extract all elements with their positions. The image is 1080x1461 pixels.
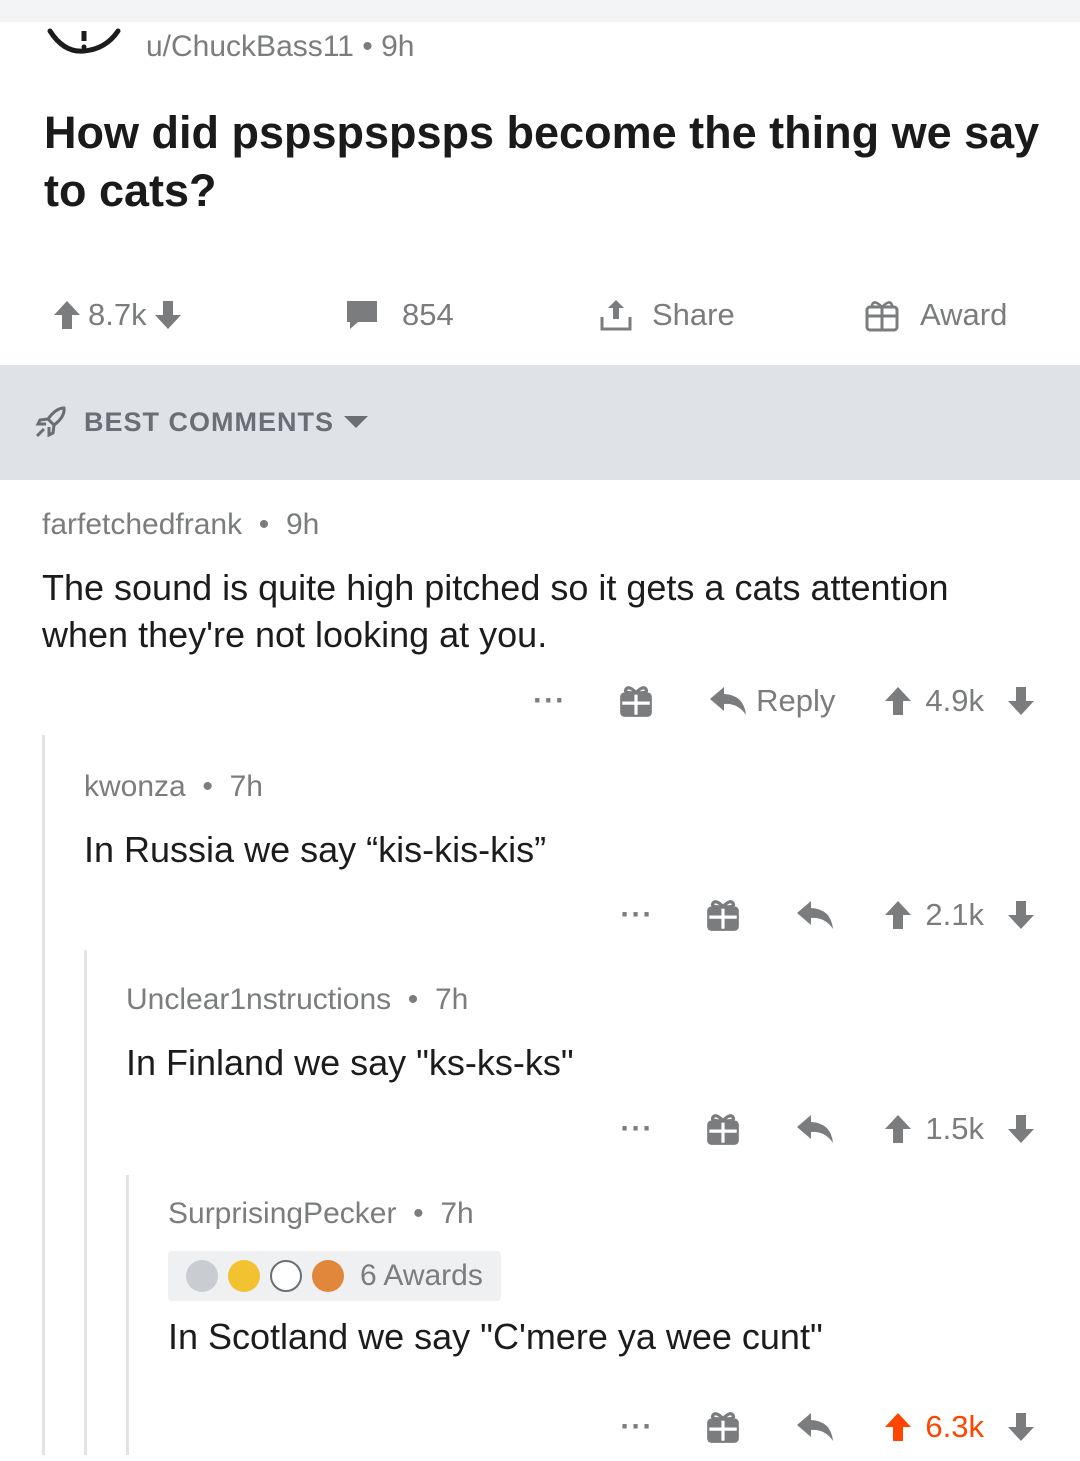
upvote-arrow-icon[interactable] <box>883 1113 913 1145</box>
comment-age: 7h <box>229 770 263 803</box>
comment-meta: farfetchedfrank • 9h <box>42 508 1032 542</box>
gift-icon[interactable] <box>703 1110 743 1148</box>
awards-strip[interactable]: 6 Awards <box>168 1251 501 1301</box>
comments-button[interactable]: 854 <box>344 282 460 348</box>
share-label: Share <box>652 297 735 332</box>
rocket-icon <box>35 406 66 438</box>
gift-icon[interactable] <box>703 1408 743 1446</box>
thread-line-level-2[interactable] <box>84 950 87 1455</box>
upvote-arrow-icon[interactable] <box>883 1411 913 1443</box>
comment-age: 9h <box>286 508 320 541</box>
post-header: u/ChuckBass11 • 9h <box>44 22 414 72</box>
thread-line-level-1[interactable] <box>42 735 45 1455</box>
comment-actions: ··· 6.3k <box>620 1402 1036 1452</box>
downvote-arrow-icon[interactable] <box>1006 685 1036 717</box>
more-options-button[interactable]: ··· <box>620 1112 653 1146</box>
comment: Unclear1nstructions • 7h In Finland we s… <box>126 983 1036 1086</box>
caret-down-icon <box>344 416 369 428</box>
comments-count: 854 <box>402 297 454 332</box>
post-author[interactable]: u/ChuckBass11 <box>146 30 354 64</box>
award-icon <box>228 1260 260 1292</box>
reply-arrow-icon[interactable] <box>795 1113 835 1145</box>
meta-separator: • <box>404 1197 432 1230</box>
post-title: How did pspspspsps become the thing we s… <box>44 107 1040 216</box>
upvote-arrow-icon[interactable] <box>883 685 913 717</box>
comment-body: In Russia we say “kis-kis-kis” <box>84 829 547 870</box>
more-options-button[interactable]: ··· <box>533 684 566 718</box>
subreddit-icon[interactable] <box>44 27 124 67</box>
comment-actions: ··· Reply 4.9k <box>533 676 1036 726</box>
comment-bubble-icon <box>347 301 377 329</box>
reply-arrow-icon[interactable] <box>795 1411 835 1443</box>
reply-arrow-icon[interactable] <box>795 899 835 931</box>
gift-icon[interactable] <box>703 896 743 934</box>
post-vote-group: 8.7k <box>52 282 183 348</box>
comment-author[interactable]: farfetchedfrank <box>42 508 242 541</box>
post-score: 8.7k <box>88 297 147 332</box>
comment-score: 1.5k <box>925 1111 984 1146</box>
status-strip <box>0 0 1080 22</box>
more-options-button[interactable]: ··· <box>620 1410 653 1444</box>
award-label: Award <box>920 297 1008 332</box>
comment-author[interactable]: SurprisingPecker <box>168 1197 396 1230</box>
meta-separator: • <box>250 508 278 541</box>
downvote-arrow-icon[interactable] <box>1006 899 1036 931</box>
comment: kwonza • 7h In Russia we say “kis-kis-ki… <box>84 770 1034 873</box>
comment-meta: Unclear1nstructions • 7h <box>126 983 1036 1017</box>
comment-author[interactable]: Unclear1nstructions <box>126 983 391 1016</box>
comment: farfetchedfrank • 9h The sound is quite … <box>42 508 1032 658</box>
meta-separator: • <box>194 770 222 803</box>
upvote-arrow-icon[interactable] <box>883 899 913 931</box>
post-age: 9h <box>381 30 415 63</box>
share-button[interactable]: Share <box>598 282 741 348</box>
comment-actions: ··· 1.5k <box>620 1104 1036 1154</box>
meta-separator: • <box>353 30 382 63</box>
comment-actions: ··· 2.1k <box>620 890 1036 940</box>
meta-separator: • <box>399 983 427 1016</box>
comment-body: In Scotland we say "C'mere ya wee cunt" <box>168 1316 823 1357</box>
award-button[interactable]: Award <box>864 282 1013 348</box>
downvote-arrow-icon[interactable] <box>153 299 183 331</box>
reply-button[interactable]: Reply <box>756 683 835 719</box>
awards-count: 6 Awards <box>360 1259 483 1292</box>
more-options-button[interactable]: ··· <box>620 898 653 932</box>
comment-age: 7h <box>435 983 469 1016</box>
downvote-arrow-icon[interactable] <box>1006 1113 1036 1145</box>
comment-meta: kwonza • 7h <box>84 770 1034 804</box>
comment-score: 2.1k <box>925 897 984 932</box>
upvote-arrow-icon[interactable] <box>52 299 82 331</box>
share-icon <box>600 300 632 331</box>
gift-icon[interactable] <box>616 682 656 720</box>
comment: SurprisingPecker • 7h 6 Awards In Scotla… <box>168 1197 1038 1360</box>
sort-dropdown[interactable]: BEST COMMENTS <box>34 405 370 439</box>
sort-label: BEST COMMENTS <box>84 406 335 437</box>
sort-bar: BEST COMMENTS <box>0 365 1080 480</box>
award-icon <box>186 1260 218 1292</box>
reply-arrow-icon[interactable] <box>708 685 748 717</box>
comment-author[interactable]: kwonza <box>84 770 186 803</box>
comment-body: In Finland we say "ks-ks-ks" <box>126 1042 574 1083</box>
gift-icon <box>865 301 899 332</box>
award-icon <box>312 1260 344 1292</box>
downvote-arrow-icon[interactable] <box>1006 1411 1036 1443</box>
comment-score: 4.9k <box>925 683 984 718</box>
comment-age: 7h <box>440 1197 474 1230</box>
comment-meta: SurprisingPecker • 7h <box>168 1197 1038 1231</box>
award-icon <box>270 1260 302 1292</box>
comment-body: The sound is quite high pitched so it ge… <box>42 567 949 655</box>
comment-score: 6.3k <box>925 1409 984 1444</box>
post-action-bar: 8.7k 854 Share Award <box>0 282 1080 348</box>
thread-line-level-3[interactable] <box>126 1175 129 1455</box>
